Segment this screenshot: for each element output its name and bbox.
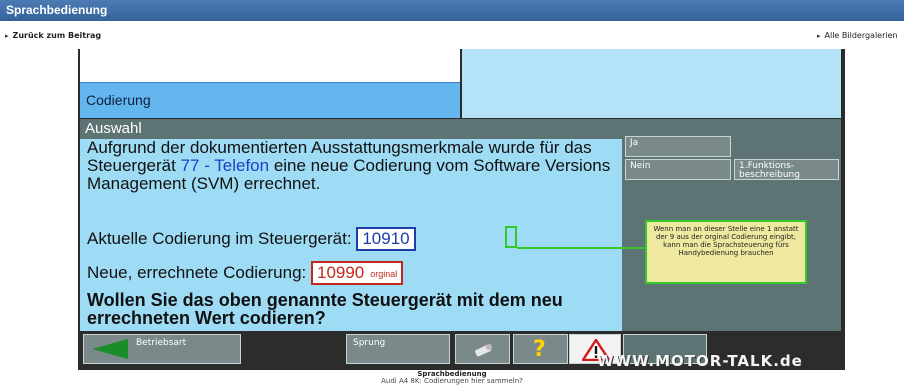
back-arrow-icon [92, 339, 128, 359]
window-title: Sprachbedienung [0, 0, 904, 21]
changed-digit: 1 [390, 229, 401, 248]
operating-mode-button[interactable]: Betriebsart [83, 334, 241, 364]
tab-codierung[interactable]: Codierung [80, 83, 460, 118]
tools-icon [475, 344, 492, 357]
new-coding-value: 10990 orginal [310, 261, 404, 285]
footer-subtitle: Audi A4 8K: Codierungen hier sammeln? [381, 377, 523, 385]
original-note: orginal [370, 268, 398, 279]
jump-button[interactable]: Sprung [346, 334, 450, 364]
current-coding-row: Aktuelle Codierung im Steuergerät: 10910 [87, 227, 416, 251]
header-right-area [462, 49, 841, 118]
yes-button[interactable]: Ja [625, 136, 731, 157]
no-button[interactable]: Nein [625, 159, 731, 180]
current-coding-value[interactable]: 10910 [356, 227, 416, 251]
description-text: Aufgrund der dokumentierten Ausstattungs… [87, 139, 617, 193]
operating-mode-label: Betriebsart [136, 338, 187, 348]
help-button[interactable]: ? [513, 334, 568, 364]
watermark-text: WWW.MOTOR-TALK.de [597, 352, 803, 370]
confirm-question: Wollen Sie das oben genannte Steuergerät… [87, 290, 563, 328]
arrow-right-icon: ▸ [5, 32, 9, 40]
help-icon: ? [533, 337, 546, 362]
gallery-link-label: Alle Bildergalerien [824, 31, 898, 40]
new-coding-row: Neue, errechnete Codierung: 10990 orginal [87, 261, 404, 285]
annotation-connector-line [517, 247, 645, 249]
all-galleries-link[interactable]: ▸ Alle Bildergalerien [817, 31, 898, 40]
control-unit-name: 77 - Telefon [180, 156, 270, 175]
function-description-button[interactable]: 1.Funktions-beschreibung [734, 159, 839, 180]
tools-button[interactable] [455, 334, 510, 364]
changed-digit-marker [505, 226, 517, 248]
current-coding-label: Aktuelle Codierung im Steuergerät: [87, 229, 352, 248]
jump-label: Sprung [353, 338, 386, 348]
back-link-label: Zurück zum Beitrag [12, 31, 102, 40]
new-coding-label: Neue, errechnete Codierung: [87, 263, 307, 282]
header-blank-area [80, 49, 460, 83]
arrow-right-icon: ▸ [817, 32, 821, 40]
back-to-post-link[interactable]: ▸ Zurück zum Beitrag [5, 31, 101, 40]
annotation-note: Wenn man an dieser Stelle eine 1 anstatt… [645, 220, 807, 284]
